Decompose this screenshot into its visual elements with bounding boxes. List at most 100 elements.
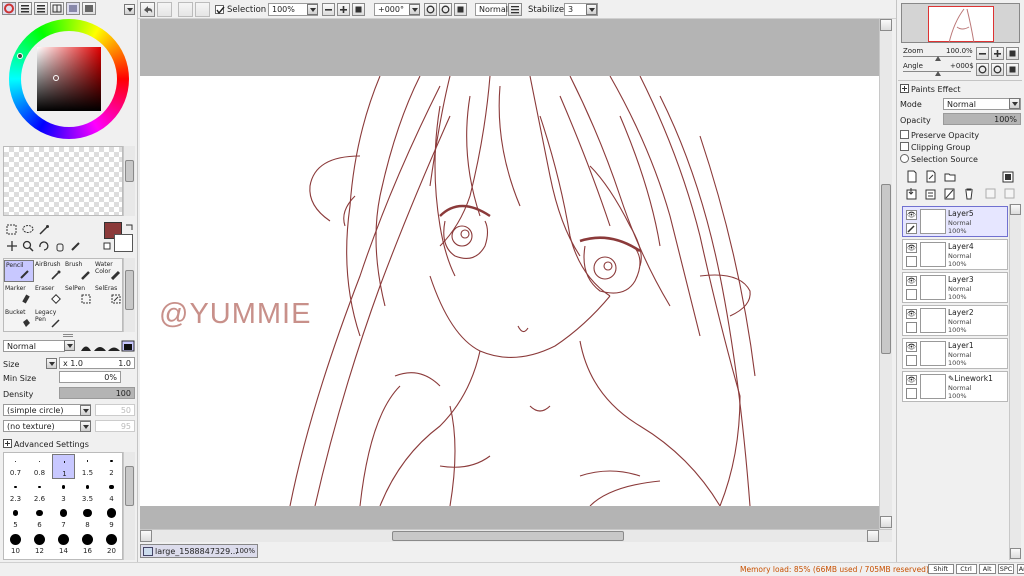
- nav-rotate-right-button[interactable]: [991, 63, 1004, 76]
- expand-icon[interactable]: [900, 84, 909, 93]
- layer-lock-box[interactable]: [906, 355, 917, 366]
- layer-lock-box[interactable]: [906, 322, 917, 333]
- layer-mode-dropdown[interactable]: [1009, 98, 1020, 109]
- min-size-field[interactable]: 0%: [59, 371, 121, 383]
- brush-size-cell[interactable]: 7: [52, 506, 75, 531]
- brush-size-cell[interactable]: 14: [52, 532, 75, 557]
- eyedropper-icon[interactable]: [70, 240, 82, 252]
- brush-size-cell[interactable]: 3: [52, 480, 75, 505]
- brush-size-cell[interactable]: 0.7: [4, 454, 27, 479]
- size-scrollbar[interactable]: [123, 452, 135, 560]
- size-field[interactable]: x 1.0 1.0: [59, 357, 135, 369]
- new-layer-icon[interactable]: [906, 170, 918, 183]
- clear-layer-icon[interactable]: [944, 187, 956, 200]
- selection-source-radio[interactable]: [900, 154, 909, 163]
- scroll-right-button[interactable]: [867, 530, 879, 542]
- eye-icon[interactable]: 👁: [906, 342, 917, 352]
- brush-size-cell[interactable]: 2.6: [28, 480, 51, 505]
- brush-shape-2[interactable]: [94, 347, 106, 351]
- density-slider[interactable]: 100: [59, 387, 135, 399]
- texture-field[interactable]: (no texture): [3, 420, 91, 432]
- rotate-tool-icon[interactable]: [38, 240, 50, 252]
- tool-brush[interactable]: Brush: [64, 260, 94, 282]
- layer-item[interactable]: 👁 Layer5 Normal 100%: [902, 206, 1008, 237]
- layer-scroll-down-button[interactable]: [1010, 548, 1021, 559]
- saturation-value-square[interactable]: [37, 47, 101, 111]
- scroll-down-button[interactable]: [880, 516, 892, 528]
- invert-selection-button[interactable]: [195, 2, 210, 17]
- expand-icon[interactable]: [3, 439, 12, 448]
- brush-size-cell[interactable]: 1: [52, 454, 75, 479]
- brush-size-cell[interactable]: 9: [100, 506, 123, 531]
- brush-size-cell[interactable]: 10: [4, 532, 27, 557]
- brush-size-cell[interactable]: 16: [76, 532, 99, 557]
- rotate-reset-button[interactable]: [454, 3, 467, 16]
- layer-item[interactable]: 👁 Layer2 Normal 100%: [902, 305, 1008, 336]
- delete-layer-icon[interactable]: [963, 187, 975, 200]
- deselect-button[interactable]: [178, 2, 193, 17]
- tool-seleras[interactable]: SelEras: [94, 284, 124, 306]
- nav-zoom-out-button[interactable]: [976, 47, 989, 60]
- rect-select-icon[interactable]: [6, 224, 18, 236]
- new-linework-icon[interactable]: [925, 170, 937, 183]
- layer-lock-box[interactable]: [906, 289, 917, 300]
- stabilizer-dropdown[interactable]: [586, 4, 597, 15]
- brush-size-cell[interactable]: 12: [28, 532, 51, 557]
- scratchpad-tab[interactable]: [82, 2, 96, 15]
- zoom-tool-icon[interactable]: [22, 240, 34, 252]
- new-folder-icon[interactable]: [944, 170, 956, 183]
- tool-legacy-pen[interactable]: Legacy Pen: [34, 308, 64, 330]
- pen-lock-icon[interactable]: [906, 223, 917, 234]
- scroll-left-button[interactable]: [140, 530, 152, 542]
- tool-water-color[interactable]: Water Color: [94, 260, 124, 282]
- preserve-opacity-checkbox[interactable]: [900, 130, 909, 139]
- eye-icon[interactable]: 👁: [906, 210, 917, 220]
- document-tab[interactable]: large_1588847329... 100%: [140, 544, 258, 558]
- hue-marker[interactable]: [17, 53, 23, 59]
- navigator-preview[interactable]: [901, 3, 1020, 43]
- layer-item[interactable]: 👁 Layer3 Normal 100%: [902, 272, 1008, 303]
- merge-down-icon[interactable]: [925, 187, 937, 200]
- sv-marker[interactable]: [53, 75, 59, 81]
- zoom-reset-button[interactable]: [352, 3, 365, 16]
- layer-scrollbar[interactable]: [1009, 204, 1021, 560]
- size-multiplier-dropdown[interactable]: [46, 358, 57, 369]
- undo-button[interactable]: [140, 2, 155, 17]
- advanced-settings-label[interactable]: Advanced Settings: [14, 440, 89, 449]
- tool-bucket[interactable]: Bucket: [4, 308, 34, 330]
- zoom-in-button[interactable]: [337, 3, 350, 16]
- canvas-hscrollbar[interactable]: [140, 529, 892, 542]
- brush-shape-icons[interactable]: [80, 340, 136, 352]
- tool-marker[interactable]: Marker: [4, 284, 34, 306]
- eye-icon[interactable]: 👁: [906, 276, 917, 286]
- brush-mode-dropdown[interactable]: [64, 340, 75, 351]
- layer-scroll-up-button[interactable]: [1010, 204, 1021, 215]
- brush-size-cell[interactable]: 6: [28, 506, 51, 531]
- tool-eraser[interactable]: Eraser: [34, 284, 64, 306]
- brush-size-cell[interactable]: 1.5: [76, 454, 99, 479]
- rotate-left-button[interactable]: [424, 3, 437, 16]
- layer-lock-box[interactable]: [906, 388, 917, 399]
- brush-mode-field[interactable]: Normal: [3, 340, 65, 352]
- nav-zoom-in-button[interactable]: [991, 47, 1004, 60]
- layer-opacity-slider[interactable]: 100%: [943, 113, 1021, 125]
- eye-icon[interactable]: 👁: [906, 309, 917, 319]
- zoom-dropdown[interactable]: [307, 4, 318, 15]
- layer-item[interactable]: 👁 ✎Linework1 Normal 100%: [902, 371, 1008, 402]
- brush-shape-1[interactable]: [81, 346, 91, 352]
- lasso-icon[interactable]: [22, 224, 34, 236]
- flatten-icon[interactable]: [1004, 187, 1016, 200]
- swap-colors-icon[interactable]: [124, 222, 134, 232]
- swatch-tab[interactable]: [66, 2, 80, 15]
- brush-size-cell[interactable]: 0.8: [28, 454, 51, 479]
- brush-shape-3[interactable]: [108, 347, 120, 352]
- texture-amount[interactable]: 95: [95, 420, 135, 432]
- rotate-right-button[interactable]: [439, 3, 452, 16]
- tool-airbrush[interactable]: AirBrush: [34, 260, 64, 282]
- default-colors-icon[interactable]: [103, 242, 112, 251]
- selection-checkbox[interactable]: [215, 5, 225, 15]
- move-icon[interactable]: [6, 240, 18, 252]
- brush-shape-field[interactable]: (simple circle): [3, 404, 91, 416]
- rgb-slider-tab[interactable]: [18, 2, 32, 15]
- merge-visible-icon[interactable]: [985, 187, 997, 200]
